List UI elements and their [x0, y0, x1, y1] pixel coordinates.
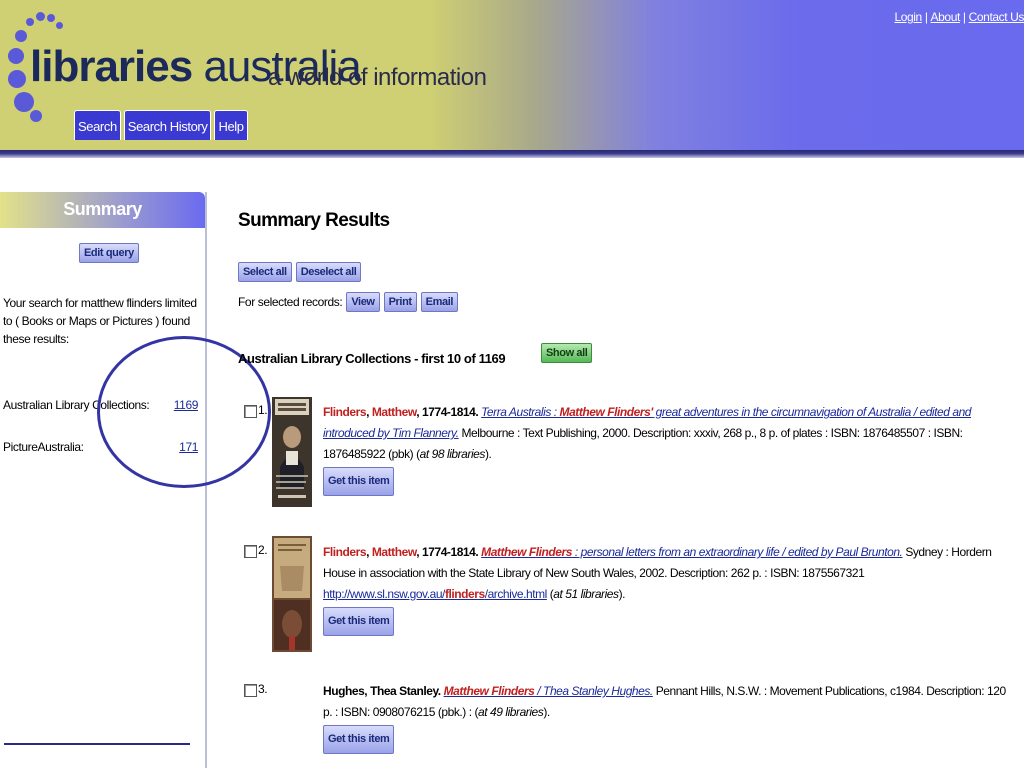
page-title: Summary Results	[238, 210, 390, 231]
deselect-all-button[interactable]: Deselect all	[295, 262, 362, 282]
result-holdings: at 51 libraries	[553, 587, 619, 601]
nav-tabs: Search Search History Help	[74, 110, 248, 140]
tab-search-history[interactable]: Search History	[123, 110, 212, 140]
book-cover-image[interactable]	[272, 397, 312, 507]
result-holdings: at 98 libraries	[419, 447, 486, 461]
result-holdings: at 49 libraries	[478, 705, 544, 719]
result-body: Flinders, Matthew, 1774-1814. Terra Aust…	[323, 402, 1008, 496]
book-cover-image[interactable]	[272, 536, 312, 652]
result-author: Flinders, Matthew, 1774-1814.	[323, 405, 479, 419]
result-checkbox[interactable]	[244, 684, 257, 697]
result-number: 3.	[258, 682, 268, 696]
sidebar-row-label: PictureAustralia:	[3, 440, 84, 454]
result-url-link[interactable]: http://www.sl.nsw.gov.au/flinders/archiv…	[323, 587, 547, 601]
print-button[interactable]: Print	[383, 292, 417, 312]
login-link[interactable]: Login	[894, 10, 922, 24]
header-banner: libraries australia a world of informati…	[0, 0, 1024, 150]
result-title-link[interactable]: Matthew Flinders / Thea Stanley Hughes.	[444, 684, 654, 698]
result-author: Flinders, Matthew, 1774-1814.	[323, 545, 479, 559]
collection-heading: Australian Library Collections - first 1…	[238, 351, 506, 366]
edit-query-button[interactable]: Edit query	[79, 243, 139, 263]
contact-us-link[interactable]: Contact Us	[969, 10, 1024, 24]
tagline: a world of information	[268, 64, 487, 91]
selected-records-actions: For selected records: View Print Email	[238, 292, 459, 312]
about-link[interactable]: About	[931, 10, 961, 24]
result-number: 2.	[258, 543, 268, 557]
get-this-item-button[interactable]: Get this item	[323, 725, 395, 754]
result-number: 1.	[258, 403, 268, 417]
sidebar-divider	[4, 743, 190, 745]
show-all-button[interactable]: Show all	[541, 343, 593, 363]
result-checkbox[interactable]	[244, 545, 257, 558]
for-selected-label: For selected records:	[238, 295, 343, 309]
result-body: Flinders, Matthew, 1774-1814. Matthew Fl…	[323, 542, 1008, 636]
selection-buttons: Select all Deselect all	[238, 262, 362, 282]
tab-search[interactable]: Search	[74, 110, 121, 140]
top-links: Login | About | Contact Us	[894, 10, 1024, 24]
select-all-button[interactable]: Select all	[238, 262, 292, 282]
result-author: Hughes, Thea Stanley.	[323, 684, 441, 698]
header-divider	[0, 150, 1024, 158]
get-this-item-button[interactable]: Get this item	[323, 607, 395, 636]
view-button[interactable]: View	[346, 292, 380, 312]
result-body: Hughes, Thea Stanley. Matthew Flinders /…	[323, 681, 1008, 754]
result-title-link[interactable]: Matthew Flinders : personal letters from…	[481, 545, 903, 559]
tab-help[interactable]: Help	[214, 110, 248, 140]
result-checkbox[interactable]	[244, 405, 257, 418]
email-button[interactable]: Email	[420, 292, 459, 312]
get-this-item-button[interactable]: Get this item	[323, 467, 395, 496]
sidebar-title: Summary	[0, 192, 205, 228]
